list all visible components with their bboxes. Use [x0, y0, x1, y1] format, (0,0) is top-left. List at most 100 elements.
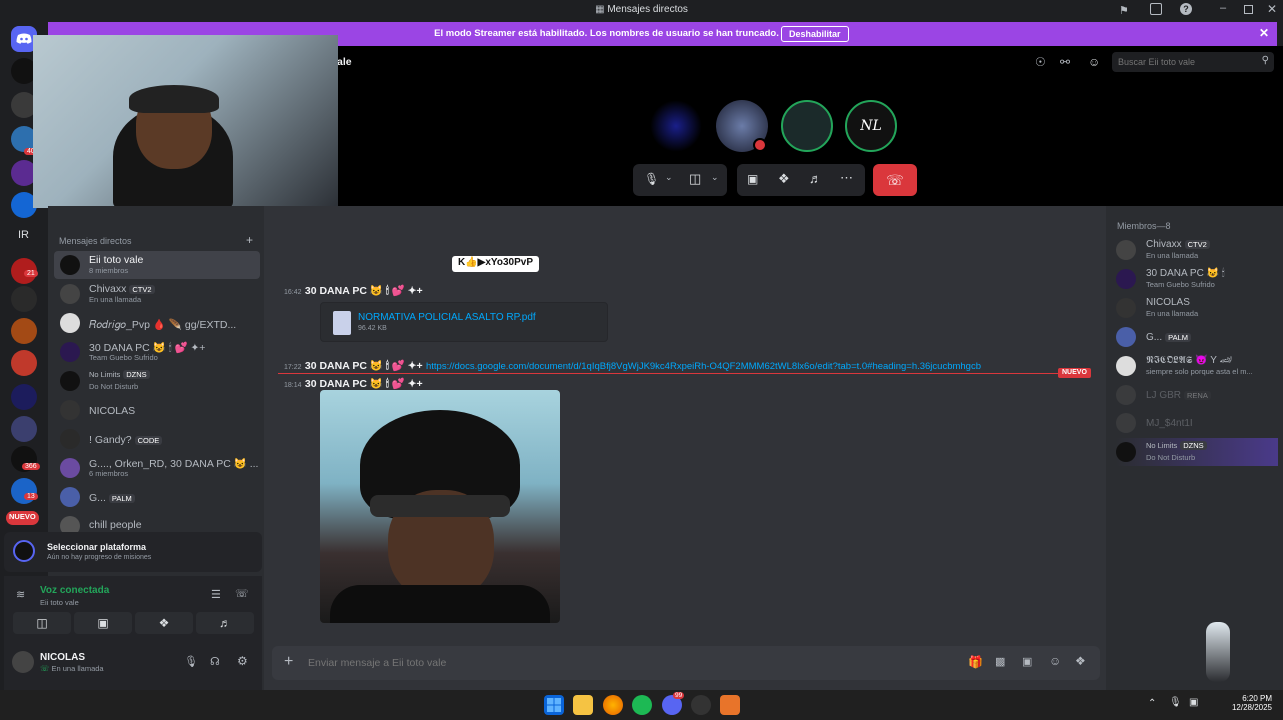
add-dm-icon[interactable]: +	[246, 233, 253, 247]
dm-item[interactable]: 30 DANA PC 😺 🕯 💕 ✦+ Team Guebo Sufrido	[54, 338, 260, 366]
mute-icon[interactable]: 🎙	[184, 655, 198, 668]
dm-item[interactable]: NICOLAS	[54, 396, 260, 424]
member-item-offline[interactable]: LJ GBR RENA	[1116, 381, 1276, 409]
apps-icon[interactable]: ❖	[1075, 654, 1086, 668]
firefox-icon[interactable]	[603, 695, 623, 715]
new-servers-badge[interactable]: NUEVO	[6, 511, 39, 525]
bonnet	[129, 85, 219, 113]
server-icon[interactable]	[11, 478, 37, 504]
voice-status[interactable]: Voz conectada	[40, 585, 109, 596]
spotify-icon[interactable]	[632, 695, 652, 715]
file-name[interactable]: NORMATIVA POLICIAL ASALTO RP.pdf	[358, 312, 536, 323]
chevron-down-icon[interactable]: ⌄	[711, 172, 719, 183]
file-attachment[interactable]: NORMATIVA POLICIAL ASALTO RP.pdf 96.42 K…	[320, 302, 608, 342]
user-name[interactable]: NICOLAS	[40, 652, 85, 663]
server-icon[interactable]	[11, 416, 37, 442]
dm-item[interactable]: Chivaxx CTV2 En una llamada	[54, 280, 260, 308]
dm-item[interactable]: ! Gandy? CODE	[54, 425, 260, 453]
attach-plus-icon[interactable]: +	[284, 653, 293, 671]
chevron-down-icon[interactable]: ⌄	[665, 172, 673, 183]
dm-item[interactable]: G...., Orken_RD, 30 DANA PC 😺 ... 6 miemb…	[54, 454, 260, 482]
message-link[interactable]: https://docs.google.com/document/d/1qIqB…	[426, 361, 981, 372]
soundboard-icon[interactable]: ♬	[809, 171, 822, 186]
screen-share-icon[interactable]	[1150, 3, 1162, 15]
participant-avatar-speaking[interactable]	[781, 100, 833, 152]
camera-off-icon[interactable]: ◫	[689, 171, 701, 187]
camera-toggle-button[interactable]: ◫	[13, 612, 71, 634]
member-item[interactable]: Chivaxx CTV2 En una llamada	[1116, 236, 1276, 264]
dm-item[interactable]: 𝑅𝑜𝑑𝑟𝑖𝑔𝑜_Pvp 🩸 🪶 gg/EXTD...	[54, 309, 260, 337]
gift-icon[interactable]: 🎁	[968, 655, 983, 669]
start-menu-icon[interactable]	[544, 695, 564, 715]
disable-streamer-button[interactable]: Deshabilitar	[781, 26, 849, 42]
help-icon[interactable]: ?	[1180, 3, 1192, 15]
more-options-icon[interactable]: ⋯	[840, 170, 853, 186]
member-item-offline[interactable]: MJ_$4nt1I	[1116, 409, 1276, 437]
participant-avatar[interactable]	[650, 100, 702, 152]
dm-item[interactable]: Eii toto vale 8 miembros	[54, 251, 260, 279]
message-input[interactable]	[308, 646, 948, 680]
message-author[interactable]: 30 DANA PC 😺 🕯 💕 ✦+	[305, 378, 423, 390]
app-icon[interactable]	[720, 695, 740, 715]
member-item[interactable]: G... PALM	[1116, 323, 1276, 351]
hang-up-button[interactable]: ☏	[873, 164, 917, 196]
display-tray-icon[interactable]: ▣	[1189, 697, 1198, 708]
image-attachment[interactable]	[320, 390, 560, 623]
clock[interactable]: 6:20 PM 12/28/2025	[1228, 694, 1272, 712]
message-header: 17:22 30 DANA PC 😺 🕯 💕 ✦+ https://docs.g…	[284, 358, 981, 373]
server-initials[interactable]: IR	[18, 229, 29, 241]
search-box[interactable]: ⚲	[1112, 52, 1274, 72]
message-composer: + 🎁 ▩ ▣ ☺ ❖	[272, 646, 1100, 680]
close-banner-icon[interactable]: ✕	[1259, 26, 1269, 40]
activities-icon[interactable]: ❖	[778, 171, 790, 187]
disconnect-icon[interactable]: ☏	[235, 587, 249, 600]
members-toggle-icon[interactable]: ☺	[1088, 55, 1100, 69]
mic-icon[interactable]: 🎙	[644, 172, 659, 186]
server-icon[interactable]	[11, 318, 37, 344]
activities-button[interactable]: ❖	[135, 612, 193, 634]
file-explorer-icon[interactable]	[573, 695, 593, 715]
tray-overflow-icon[interactable]: ⌃	[1148, 698, 1156, 709]
close-window-icon[interactable]: ✕	[1267, 2, 1277, 16]
dm-item[interactable]: chill people	[54, 512, 260, 532]
pin-icon[interactable]: ☉	[1035, 55, 1046, 69]
dm-item[interactable]: No Limits DZNS Do Not Disturb	[54, 367, 260, 395]
mic-tray-icon[interactable]: 🎙	[1169, 697, 1182, 708]
message-author[interactable]: 30 DANA PC 😺 🕯 💕 ✦+	[305, 360, 423, 372]
headset-icon[interactable]: ☊	[210, 655, 220, 668]
screen-share-icon[interactable]: ▣	[747, 172, 758, 186]
inbox-icon[interactable]: ⚑	[1119, 4, 1129, 17]
voice-channel[interactable]: Eii toto vale	[40, 598, 79, 607]
member-name: Chivaxx	[1146, 239, 1182, 250]
soundboard-button[interactable]: ♬	[196, 612, 254, 634]
server-icon[interactable]	[11, 384, 37, 410]
message-header: 18:14 30 DANA PC 😺 🕯 💕 ✦+	[284, 376, 423, 391]
noise-suppression-icon[interactable]: ☰	[211, 588, 221, 601]
sticker-icon[interactable]: ▣	[1022, 655, 1032, 668]
participant-avatar-nl[interactable]: NL	[845, 100, 897, 152]
message-author[interactable]: 30 DANA PC 😺 🕯 💕 ✦+	[305, 285, 423, 297]
minimize-icon[interactable]: –	[1220, 2, 1226, 14]
quest-platform-card[interactable]: Seleccionar plataforma Aún no hay progre…	[4, 532, 262, 572]
timestamp: 16:42	[284, 289, 302, 296]
add-friends-icon[interactable]: ⚯	[1060, 55, 1070, 69]
gif-icon[interactable]: ▩	[995, 655, 1005, 668]
webcam-overlay	[33, 35, 338, 208]
emoji-icon[interactable]: ☺	[1049, 654, 1061, 668]
member-item[interactable]: 𝕹𝕴𝕮𝕺𝕷𝕬𝕾 😈 Y 🏎 siempre solo porque asta el…	[1116, 352, 1276, 380]
server-icon[interactable]	[11, 286, 37, 312]
search-input[interactable]	[1112, 52, 1257, 72]
share-screen-button[interactable]: ▣	[74, 612, 132, 634]
signal-icon[interactable]: ≋	[16, 588, 25, 601]
member-item[interactable]: 30 DANA PC 😺 🕯 Team Guebo Sufrido	[1116, 265, 1276, 293]
dm-name: NICOLAS	[89, 405, 136, 417]
member-item[interactable]: No Limits DZNS Do Not Disturb	[1116, 438, 1278, 466]
app-icon[interactable]	[691, 695, 711, 715]
settings-gear-icon[interactable]: ⚙	[237, 654, 248, 668]
member-item[interactable]: NICOLAS En una llamada	[1116, 294, 1276, 322]
user-avatar[interactable]	[12, 651, 34, 673]
server-icon[interactable]	[11, 350, 37, 376]
maximize-icon[interactable]	[1244, 5, 1253, 14]
shirt	[330, 585, 550, 623]
dm-item[interactable]: G... PALM	[54, 483, 260, 511]
